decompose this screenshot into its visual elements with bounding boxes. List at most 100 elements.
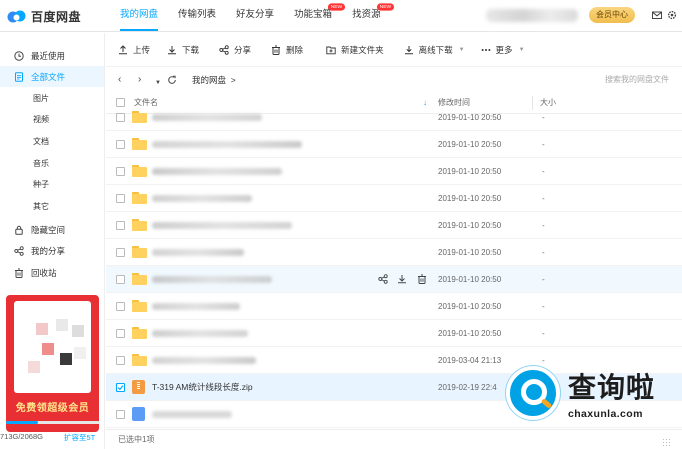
file-name-blurred[interactable] — [152, 114, 262, 121]
file-name-blurred[interactable] — [152, 303, 240, 310]
sidebar-subitem-music[interactable]: 音乐 — [33, 156, 49, 172]
refresh-icon[interactable] — [167, 74, 177, 85]
folder-icon — [132, 138, 147, 150]
file-name-blurred[interactable] — [152, 141, 302, 148]
sidebar-item-my-shares[interactable]: 我的分享 — [0, 240, 104, 261]
nav-tab-label: 功能宝箱 — [294, 9, 333, 20]
delete-button[interactable]: 删除 — [271, 33, 303, 67]
expand-quota-link[interactable]: 扩容至5T — [64, 432, 95, 443]
download-button[interactable]: 下载 — [167, 33, 199, 67]
breadcrumb[interactable]: 我的网盘 > — [192, 74, 236, 86]
sidebar-subitem-videos[interactable]: 视频 — [33, 112, 49, 128]
promo-image-blurred — [14, 301, 91, 393]
sidebar-item-label: 全部文件 — [31, 71, 66, 82]
table-row[interactable]: 2019-01-10 20:50 - — [106, 266, 682, 293]
sidebar-subitem-other[interactable]: 其它 — [33, 199, 49, 215]
upload-button[interactable]: 上传 — [118, 33, 150, 67]
row-action-trash-icon[interactable] — [417, 274, 427, 284]
row-checkbox[interactable] — [116, 194, 125, 203]
file-name[interactable]: T-319 AM统计线段长度.zip — [152, 374, 253, 401]
sidebar-item-recycle-bin[interactable]: 回收站 — [0, 262, 104, 283]
tool-label: 分享 — [234, 44, 252, 55]
modified-date: 2019-01-10 20:50 — [438, 140, 502, 149]
file-size: - — [542, 194, 545, 203]
logo[interactable]: 百度网盘 — [6, 6, 81, 26]
share-button[interactable]: 分享 — [219, 33, 251, 67]
image-file-icon — [132, 407, 145, 421]
settings-icon[interactable] — [667, 10, 677, 20]
row-checkbox[interactable] — [116, 383, 125, 392]
table-row[interactable]: 2019-01-10 20:50 - — [106, 239, 682, 266]
forward-arrow-icon[interactable]: › — [138, 74, 141, 86]
offline-download-button[interactable]: 离线下载 ▼ — [404, 33, 465, 67]
sidebar-item-hidden-space[interactable]: 隐藏空间 — [0, 219, 104, 240]
table-row[interactable]: 2019-01-10 20:50 - — [106, 158, 682, 185]
search-input[interactable]: 搜索我的网盘文件 — [605, 74, 669, 85]
history-dropdown-icon[interactable]: ▼ — [155, 77, 161, 89]
promo-banner[interactable]: 免费领超级会员 — [6, 295, 99, 432]
sidebar-subitem-images[interactable]: 图片 — [33, 91, 49, 107]
nav-tab-toolbox[interactable]: 功能宝箱 NEW — [284, 0, 346, 32]
breadcrumb-item[interactable]: 我的网盘 — [192, 75, 226, 85]
table-row[interactable]: 2019-01-10 20:50 - — [106, 293, 682, 320]
app-window: 百度网盘 我的网盘 传输列表 好友分享 功能宝箱 NEW 找资源 NEW 会员中心 … — [0, 0, 682, 449]
back-arrow-icon[interactable]: ‹ — [118, 74, 121, 86]
sidebar-subitem-torrents[interactable]: 种子 — [33, 177, 49, 193]
caret-down-icon: ▼ — [458, 46, 465, 53]
folder-icon — [132, 219, 147, 231]
nav-tab-friend-share[interactable]: 好友分享 — [226, 0, 284, 32]
folder-icon — [132, 111, 147, 123]
table-row[interactable]: 2019-01-10 20:50 - — [106, 131, 682, 158]
table-row[interactable]: 2019-01-10 20:50 - — [106, 320, 682, 347]
sidebar-item-all-files[interactable]: 全部文件 — [0, 66, 104, 87]
row-checkbox[interactable] — [116, 329, 125, 338]
quota-bar — [6, 421, 100, 424]
file-name-blurred[interactable] — [152, 168, 282, 175]
mail-icon[interactable] — [652, 10, 662, 20]
file-name-blurred[interactable] — [152, 195, 252, 202]
file-size: - — [542, 221, 545, 230]
watermark-search-icon — [506, 366, 560, 420]
row-checkbox[interactable] — [116, 140, 125, 149]
file-icon — [14, 71, 24, 82]
table-row[interactable]: 2019-01-10 20:50 - — [106, 185, 682, 212]
folder-icon — [132, 192, 147, 204]
row-action-share-icon[interactable] — [378, 274, 388, 284]
username-blurred[interactable] — [486, 9, 578, 22]
vip-center-button[interactable]: 会员中心 — [589, 7, 635, 23]
file-name-blurred[interactable] — [152, 411, 232, 418]
row-checkbox[interactable] — [116, 221, 125, 230]
table-row[interactable]: 2019-01-10 20:50 - — [106, 212, 682, 239]
sidebar-item-recent[interactable]: 最近使用 — [0, 45, 104, 66]
row-checkbox[interactable] — [116, 275, 125, 284]
selection-status: 已选中1项 — [118, 435, 155, 444]
nav-tab-my-disk[interactable]: 我的网盘 — [110, 0, 168, 32]
table-row[interactable]: 2019-01-10 20:50 - — [106, 104, 682, 131]
nav-tab-find-resources[interactable]: 找资源 NEW — [342, 0, 394, 32]
row-checkbox[interactable] — [116, 248, 125, 257]
row-checkbox[interactable] — [116, 167, 125, 176]
sidebar-subitem-documents[interactable]: 文档 — [33, 134, 49, 150]
row-action-download-icon[interactable] — [397, 274, 407, 284]
nav-tab-label: 找资源 — [352, 9, 381, 20]
row-checkbox[interactable] — [116, 410, 125, 419]
file-name-blurred[interactable] — [152, 249, 244, 256]
file-name-blurred[interactable] — [152, 357, 256, 364]
modified-date: 2019-01-10 20:50 — [438, 275, 502, 284]
more-button[interactable]: 更多 ▼ — [481, 33, 525, 67]
file-name-blurred[interactable] — [152, 330, 248, 337]
cloud-logo-icon — [6, 8, 28, 24]
file-name-blurred[interactable] — [152, 222, 292, 229]
folder-icon — [132, 327, 147, 339]
watermark-logo: 查询啦 chaxunla.com — [506, 364, 682, 430]
nav-tab-transfer-list[interactable]: 传输列表 — [168, 0, 226, 32]
top-bar: 百度网盘 我的网盘 传输列表 好友分享 功能宝箱 NEW 找资源 NEW 会员中心 — [0, 0, 682, 32]
row-checkbox[interactable] — [116, 302, 125, 311]
resize-grip-icon[interactable] — [662, 438, 672, 448]
promo-pixel — [36, 323, 48, 335]
new-folder-button[interactable]: 新建文件夹 — [326, 33, 384, 67]
file-name-blurred[interactable] — [152, 276, 272, 283]
row-checkbox[interactable] — [116, 356, 125, 365]
row-checkbox[interactable] — [116, 113, 125, 122]
status-bar: 已选中1项 — [106, 429, 682, 449]
